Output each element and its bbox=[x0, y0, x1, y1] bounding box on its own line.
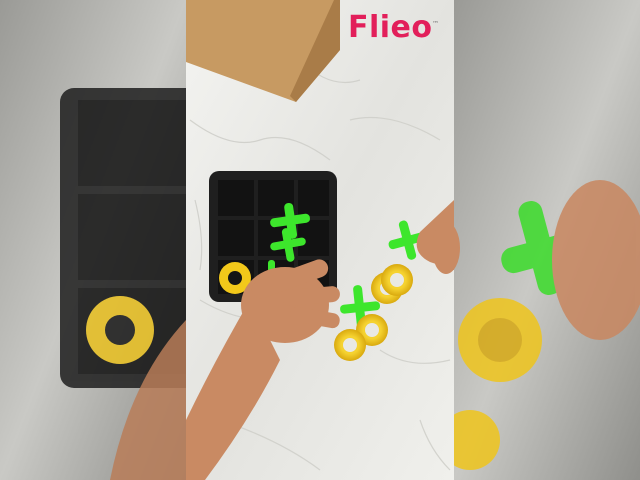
video-frame: Flieo ™ bbox=[0, 0, 640, 480]
brand-logo: Flieo bbox=[348, 10, 433, 45]
photo-scene bbox=[0, 0, 640, 480]
trademark-mark: ™ bbox=[432, 20, 439, 28]
